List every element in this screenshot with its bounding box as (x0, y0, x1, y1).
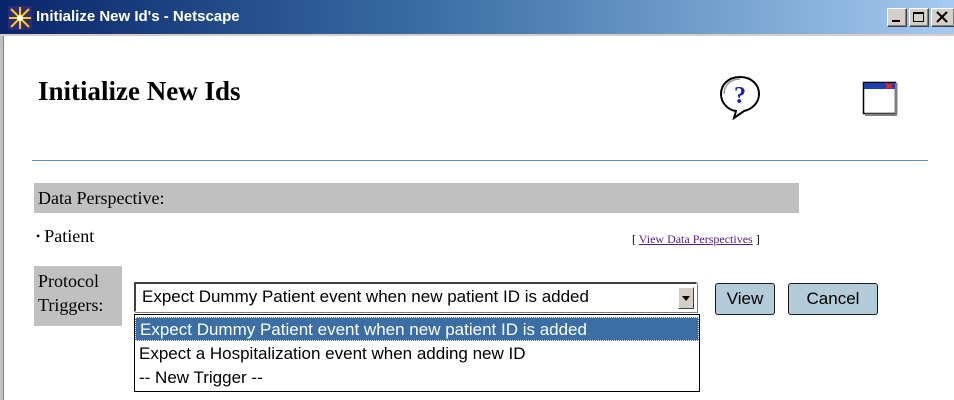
help-icon[interactable]: ? (718, 74, 762, 120)
protocol-triggers-select[interactable]: Expect Dummy Patient event when new pati… (134, 282, 697, 312)
netscape-icon (8, 6, 32, 30)
dropdown-option-new-trigger[interactable]: -- New Trigger -- (135, 366, 699, 390)
perspective-item-patient: • Patient (36, 226, 94, 247)
browser-window: Initialize New Id's - Netscape Initializ… (0, 0, 954, 400)
maximize-icon (913, 12, 924, 22)
protocol-label-line2: Triggers: (38, 295, 104, 315)
window-frame (0, 36, 4, 400)
chevron-down-icon (682, 296, 690, 301)
view-data-perspectives-link[interactable]: View Data Perspectives (639, 232, 753, 246)
dropdown-arrow-button[interactable] (678, 287, 694, 309)
title-bar[interactable]: Initialize New Id's - Netscape (0, 0, 954, 36)
svg-text:?: ? (734, 83, 746, 109)
bullet-icon: • (36, 229, 41, 243)
close-window-icon[interactable] (862, 80, 898, 116)
data-perspective-label: Data Perspective: (38, 188, 165, 208)
minimize-icon (892, 20, 900, 22)
protocol-triggers-dropdown-list: Expect Dummy Patient event when new pati… (134, 314, 700, 392)
perspective-item-label: Patient (44, 226, 95, 246)
divider (32, 160, 928, 161)
bracket-open: [ (632, 232, 636, 246)
view-button[interactable]: View (715, 283, 775, 315)
select-value: Expect Dummy Patient event when new pati… (142, 287, 589, 306)
minimize-button[interactable] (887, 8, 907, 27)
protocol-label-line1: Protocol (38, 271, 99, 291)
view-data-perspectives: [ View Data Perspectives ] (632, 232, 760, 247)
page-title: Initialize New Ids (38, 76, 241, 106)
protocol-triggers-label: Protocol Triggers: (34, 266, 122, 326)
bracket-close: ] (755, 232, 760, 246)
cancel-button[interactable]: Cancel (788, 283, 878, 315)
dropdown-option-dummy-patient[interactable]: Expect Dummy Patient event when new pati… (135, 317, 699, 341)
close-button[interactable] (931, 8, 954, 27)
data-perspective-header: Data Perspective: (34, 183, 799, 213)
dropdown-option-hospitalization[interactable]: Expect a Hospitalization event when addi… (135, 342, 699, 366)
maximize-button[interactable] (909, 8, 929, 27)
close-icon (936, 11, 948, 23)
window-title: Initialize New Id's - Netscape (36, 8, 240, 25)
